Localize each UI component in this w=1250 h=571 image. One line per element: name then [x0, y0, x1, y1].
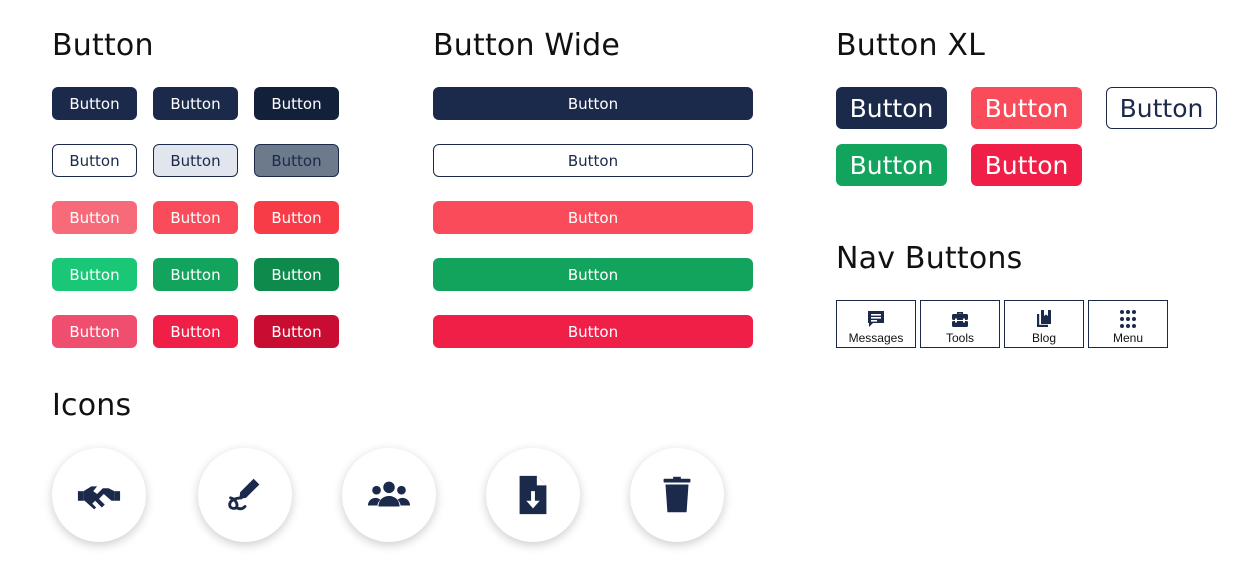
book-icon	[1034, 309, 1054, 329]
button-green-2[interactable]: Button	[153, 258, 238, 291]
nav-label-messages: Messages	[848, 331, 904, 345]
button-crimson-3[interactable]: Button	[254, 315, 339, 348]
handshake-icon	[76, 472, 122, 518]
heading-icons: Icons	[52, 388, 132, 423]
button-wide-coral[interactable]: Button	[433, 201, 753, 234]
nav-label-blog: Blog	[1031, 331, 1057, 345]
button-coral-3[interactable]: Button	[254, 201, 339, 234]
heading-button-wide: Button Wide	[433, 28, 621, 63]
signature-icon	[222, 472, 268, 518]
nav-label-menu: Menu	[1112, 331, 1144, 345]
icon-button-signature[interactable]	[198, 448, 292, 542]
nav-button-menu[interactable]: Menu	[1088, 300, 1168, 348]
button-wide-outline[interactable]: Button	[433, 144, 753, 177]
button-wide-navy[interactable]: Button	[433, 87, 753, 120]
icon-button-trash[interactable]	[630, 448, 724, 542]
nav-label-tools: Tools	[945, 331, 974, 345]
icon-button-handshake[interactable]	[52, 448, 146, 542]
icon-button-users[interactable]	[342, 448, 436, 542]
nav-button-tools[interactable]: Tools	[920, 300, 1000, 348]
button-green-3[interactable]: Button	[254, 258, 339, 291]
heading-nav-buttons: Nav Buttons	[836, 241, 1023, 276]
button-crimson-2[interactable]: Button	[153, 315, 238, 348]
button-xl-green[interactable]: Button	[836, 144, 947, 186]
button-coral-1[interactable]: Button	[52, 201, 137, 234]
message-icon	[866, 309, 886, 329]
button-navy-3[interactable]: Button	[254, 87, 339, 120]
users-icon	[366, 472, 412, 518]
button-slate[interactable]: Button	[254, 144, 339, 177]
button-xl-outline[interactable]: Button	[1106, 87, 1217, 129]
button-crimson-1[interactable]: Button	[52, 315, 137, 348]
button-outline[interactable]: Button	[52, 144, 137, 177]
button-xl-navy[interactable]: Button	[836, 87, 947, 129]
toolbox-icon	[950, 309, 970, 329]
button-wide-crimson[interactable]: Button	[433, 315, 753, 348]
file-download-icon	[510, 472, 556, 518]
button-coral-2[interactable]: Button	[153, 201, 238, 234]
icon-button-file-download[interactable]	[486, 448, 580, 542]
heading-button-xl: Button XL	[836, 28, 986, 63]
button-wide-green[interactable]: Button	[433, 258, 753, 291]
button-navy-2[interactable]: Button	[153, 87, 238, 120]
button-navy-1[interactable]: Button	[52, 87, 137, 120]
nav-button-blog[interactable]: Blog	[1004, 300, 1084, 348]
button-xl-crimson[interactable]: Button	[971, 144, 1082, 186]
heading-button: Button	[52, 28, 154, 63]
button-light[interactable]: Button	[153, 144, 238, 177]
grid-dots-icon	[1118, 309, 1138, 329]
button-green-1[interactable]: Button	[52, 258, 137, 291]
nav-button-messages[interactable]: Messages	[836, 300, 916, 348]
button-xl-coral[interactable]: Button	[971, 87, 1082, 129]
trash-icon	[654, 472, 700, 518]
